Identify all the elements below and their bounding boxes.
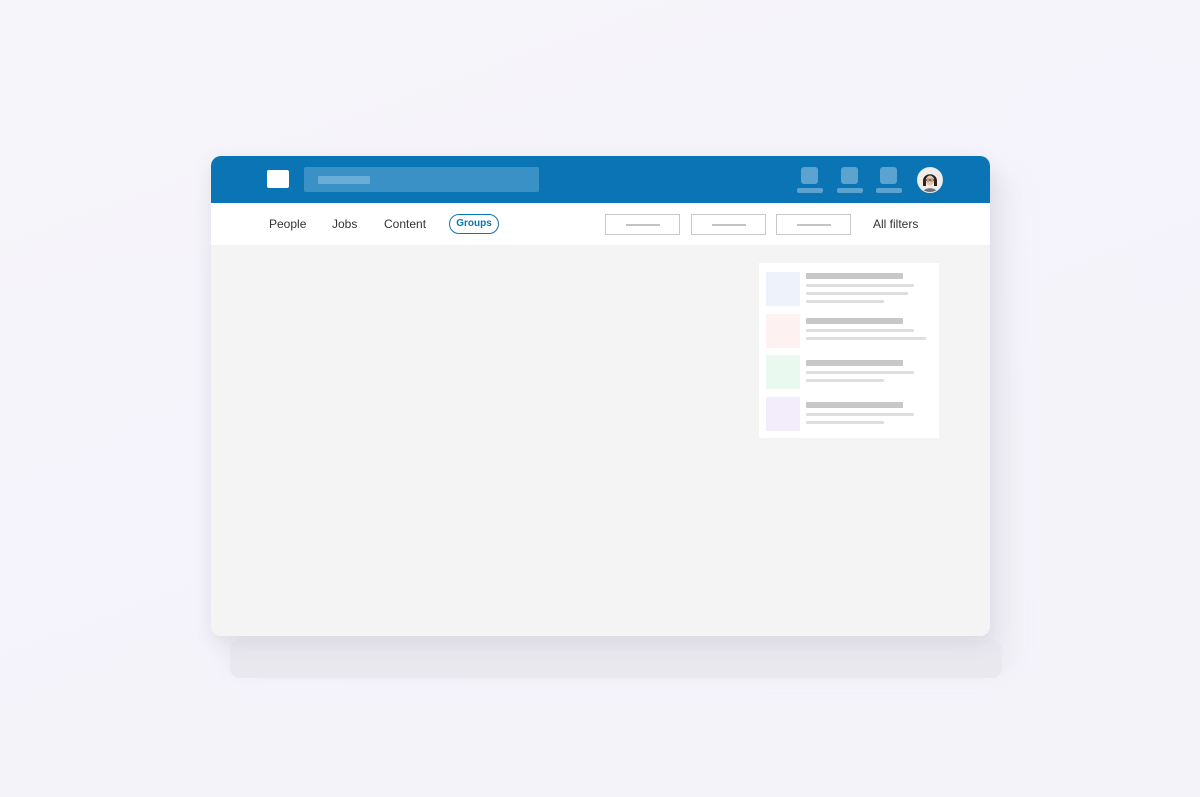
list-item[interactable] (766, 355, 934, 389)
item-text-placeholder (806, 371, 914, 374)
list-item[interactable] (766, 397, 934, 431)
search-filter-bar: People Jobs Content Groups All filters (211, 203, 990, 245)
item-text-placeholder (806, 379, 884, 382)
filter-placeholder (626, 224, 660, 226)
nav-label-placeholder (797, 188, 823, 193)
item-text-placeholder (806, 413, 914, 416)
filter-placeholder (797, 224, 831, 226)
app-window: People Jobs Content Groups All filters (211, 156, 990, 636)
item-text-placeholder (806, 300, 884, 303)
search-placeholder (318, 176, 370, 184)
all-filters-button[interactable]: All filters (873, 217, 918, 231)
thumbnail (766, 272, 800, 306)
thumbnail (766, 355, 800, 389)
list-item[interactable] (766, 272, 934, 306)
item-title-placeholder (806, 318, 903, 324)
tab-jobs[interactable]: Jobs (332, 217, 357, 231)
logo-icon[interactable] (267, 170, 289, 188)
filter-dropdown-3[interactable] (776, 214, 851, 235)
profile-avatar[interactable] (917, 167, 943, 193)
thumbnail (766, 314, 800, 348)
top-navigation-bar (211, 156, 990, 203)
item-text-placeholder (806, 292, 908, 295)
nav-label-placeholder (837, 188, 863, 193)
item-text-placeholder (806, 421, 884, 424)
nav-square-icon (841, 167, 858, 184)
nav-label-placeholder (876, 188, 902, 193)
nav-icon-network[interactable] (837, 167, 863, 195)
suggestions-card (759, 263, 939, 438)
tab-content[interactable]: Content (384, 217, 426, 231)
item-title-placeholder (806, 360, 903, 366)
tab-people[interactable]: People (269, 217, 306, 231)
item-text-placeholder (806, 337, 926, 340)
window-backdrop-panel (230, 640, 1002, 678)
item-title-placeholder (806, 273, 903, 279)
nav-square-icon (801, 167, 818, 184)
avatar-portrait-icon (918, 168, 942, 192)
item-text-placeholder (806, 329, 914, 332)
item-text-placeholder (806, 284, 914, 287)
filter-dropdown-1[interactable] (605, 214, 680, 235)
nav-square-icon (880, 167, 897, 184)
filter-dropdown-2[interactable] (691, 214, 766, 235)
nav-icon-home[interactable] (797, 167, 823, 195)
tab-groups[interactable]: Groups (449, 214, 499, 234)
filter-placeholder (712, 224, 746, 226)
search-input[interactable] (304, 167, 539, 192)
thumbnail (766, 397, 800, 431)
nav-icon-messaging[interactable] (876, 167, 902, 195)
item-title-placeholder (806, 402, 903, 408)
list-item[interactable] (766, 314, 934, 348)
